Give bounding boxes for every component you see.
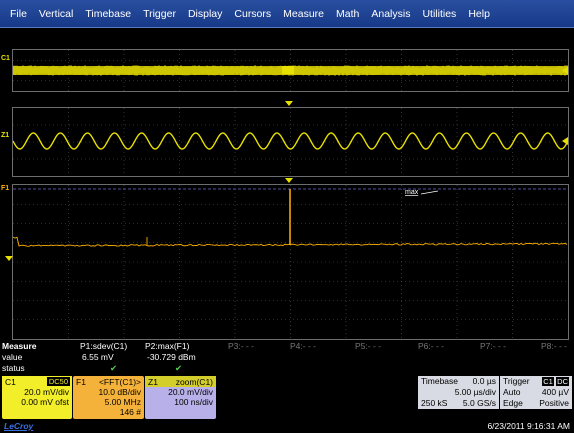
- timebase-per-div: 5.00 µs/div: [418, 387, 499, 398]
- c1-descriptor-name: C1: [5, 377, 16, 387]
- grid-f1: max: [12, 184, 569, 340]
- menu-measure[interactable]: Measure: [277, 8, 330, 20]
- measure-row-status-label: status: [2, 363, 25, 374]
- trigger-coupling-badge: DC: [556, 377, 569, 386]
- measure-param-value: -30.729 dBm: [147, 352, 196, 362]
- timebase-descriptor[interactable]: Timebase 0.0 µs 5.00 µs/div 250 kS 5.0 G…: [418, 376, 499, 409]
- grid-c1: [12, 49, 569, 92]
- measure-table: Measure value status P1:sdev(C1) 6.55 mV ✔…: [0, 341, 574, 375]
- zoom-region-marker: [282, 66, 294, 74]
- menu-bar: File Vertical Timebase Trigger Display Cursor…: [0, 0, 574, 28]
- z1-tdiv: 100 ns/div: [145, 397, 216, 407]
- measure-status-check-icon: ✔: [110, 363, 117, 374]
- menu-timebase[interactable]: Timebase: [79, 8, 137, 20]
- c1-coupling-badge: DC50: [47, 377, 70, 386]
- f1-descriptor-name: F1: [76, 377, 86, 387]
- z1-descriptor-name: Z1: [148, 377, 158, 387]
- zoom-position-marker[interactable]: [285, 178, 293, 183]
- f1-trace-label[interactable]: F1: [1, 185, 9, 192]
- grid-z1: [12, 107, 569, 177]
- trigger-level: 400 µV: [542, 387, 569, 398]
- c1-offset: 0.00 mV ofst: [2, 397, 72, 407]
- measure-param-name[interactable]: P8:- - -: [541, 341, 567, 351]
- c1-descriptor[interactable]: C1 DC50 20.0 mV/div 0.00 mV ofst: [2, 376, 72, 419]
- trigger-mode: Auto: [503, 387, 521, 398]
- trigger-type: Edge: [503, 398, 523, 409]
- lecroy-logo: LeCroy: [4, 421, 33, 431]
- max-label: max: [405, 189, 419, 196]
- z1-offset-marker: [562, 137, 568, 145]
- timebase-samples: 250 kS: [421, 398, 447, 409]
- c1-trace-label[interactable]: C1: [1, 55, 10, 62]
- measure-param-name[interactable]: P3:- - -: [228, 341, 254, 351]
- c1-vdiv: 20.0 mV/div: [2, 387, 72, 397]
- f1-dbdiv: 10.0 dB/div: [73, 387, 144, 397]
- datetime-stamp: 6/23/2011 9:16:31 AM: [487, 421, 570, 431]
- z1-function: zoom(C1): [176, 377, 213, 387]
- menu-display[interactable]: Display: [182, 8, 228, 20]
- measure-param-value: 6.55 mV: [82, 352, 114, 362]
- f1-descriptor[interactable]: F1 <FFT(C1)> 10.0 dB/div 5.00 MHz 146 #: [73, 376, 144, 419]
- timebase-rate: 5.0 GS/s: [463, 398, 496, 409]
- trigger-source-badge: C1: [542, 377, 554, 386]
- status-footer: LeCroy 6/23/2011 9:16:31 AM: [0, 421, 574, 433]
- menu-cursors[interactable]: Cursors: [228, 8, 277, 20]
- menu-vertical[interactable]: Vertical: [33, 8, 79, 20]
- trigger-position-marker[interactable]: [285, 101, 293, 106]
- max-pointer: [421, 191, 438, 194]
- f1-freq: 5.00 MHz: [73, 397, 144, 407]
- trigger-label: Trigger: [503, 376, 530, 387]
- z1-vdiv: 20.0 mV/div: [145, 387, 216, 397]
- measure-row-value-label: value: [2, 352, 22, 363]
- menu-analysis[interactable]: Analysis: [365, 8, 416, 20]
- f1-function: <FFT(C1)>: [99, 377, 141, 387]
- descriptor-bar: C1 DC50 20.0 mV/div 0.00 mV ofst F1 <FFT…: [0, 376, 574, 421]
- measure-param-name[interactable]: P1:sdev(C1): [80, 341, 127, 351]
- menu-trigger[interactable]: Trigger: [137, 8, 182, 20]
- waveform-display: C1 Z1 max F1: [0, 28, 574, 352]
- timebase-label: Timebase: [421, 376, 458, 387]
- measure-param-name[interactable]: P4:- - -: [290, 341, 316, 351]
- trigger-descriptor[interactable]: Trigger C1 DC Auto 400 µV Edge Positive: [500, 376, 572, 409]
- measure-param-name[interactable]: P7:- - -: [480, 341, 506, 351]
- menu-utilities[interactable]: Utilities: [416, 8, 462, 20]
- menu-help[interactable]: Help: [462, 8, 496, 20]
- menu-file[interactable]: File: [4, 8, 33, 20]
- menu-math[interactable]: Math: [330, 8, 365, 20]
- f1-position-marker[interactable]: [5, 256, 13, 261]
- measure-param-name[interactable]: P5:- - -: [355, 341, 381, 351]
- measure-status-check-icon: ✔: [175, 363, 182, 374]
- measure-param-name[interactable]: P2:max(F1): [145, 341, 189, 351]
- timebase-delay: 0.0 µs: [473, 376, 496, 387]
- z1-descriptor[interactable]: Z1 zoom(C1) 20.0 mV/div 100 ns/div: [145, 376, 216, 419]
- measure-title[interactable]: Measure: [2, 341, 37, 352]
- trigger-slope: Positive: [539, 398, 569, 409]
- measure-param-name[interactable]: P6:- - -: [418, 341, 444, 351]
- f1-count: 146 #: [73, 407, 144, 417]
- z1-trace-label[interactable]: Z1: [1, 132, 9, 139]
